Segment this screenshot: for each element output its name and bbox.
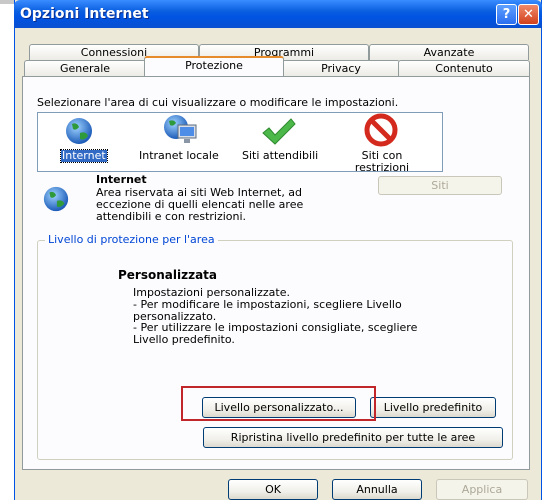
tab-generale[interactable]: Generale: [24, 60, 146, 76]
zone-label-trusted[interactable]: Siti attendibili: [242, 150, 318, 162]
zone-label-intranet[interactable]: Intranet locale: [139, 150, 219, 162]
cancel-button[interactable]: Annulla: [332, 479, 422, 500]
sites-button[interactable]: Siti: [378, 176, 502, 195]
tab-privacy[interactable]: Privacy: [282, 60, 400, 76]
help-button[interactable]: ?: [496, 4, 517, 25]
zones-heading: Selezionare l'area di cui visualizzare o…: [37, 96, 399, 109]
globe-icon: [42, 185, 70, 213]
checkmark-icon[interactable]: [260, 116, 296, 148]
level-name: Personalizzata: [118, 268, 218, 282]
group-title: Livello di protezione per l'area: [45, 233, 218, 246]
globe-icon[interactable]: [64, 116, 94, 146]
default-level-button[interactable]: Livello predefinito: [370, 397, 496, 418]
apply-button[interactable]: Applica: [436, 479, 528, 500]
selected-zone-name: Internet: [96, 173, 147, 186]
title-bar[interactable]: Opzioni Internet ? ✕: [14, 0, 542, 28]
zone-label-restricted[interactable]: Siti con restrizioni: [348, 150, 416, 174]
tab-protezione[interactable]: Protezione: [144, 56, 284, 76]
close-button[interactable]: ✕: [518, 4, 539, 25]
highlight-box: [181, 386, 376, 421]
no-entry-icon[interactable]: [364, 113, 398, 147]
ok-button[interactable]: OK: [228, 479, 318, 500]
zone-label-internet[interactable]: Internet: [60, 149, 108, 163]
reset-all-zones-button[interactable]: Ripristina livello predefinito per tutte…: [203, 427, 503, 448]
level-desc-line: Livello predefinito.: [133, 333, 235, 346]
tab-avanzate[interactable]: Avanzate: [369, 44, 529, 60]
computer-globe-icon[interactable]: [162, 113, 198, 147]
tab-contenuto[interactable]: Contenuto: [398, 60, 530, 76]
window-title: Opzioni Internet: [20, 6, 149, 22]
tab-row-bottom: Generale Protezione Privacy Contenuto: [24, 56, 530, 76]
selected-zone-description: Area riservata ai siti Web Internet, ad …: [96, 186, 304, 223]
